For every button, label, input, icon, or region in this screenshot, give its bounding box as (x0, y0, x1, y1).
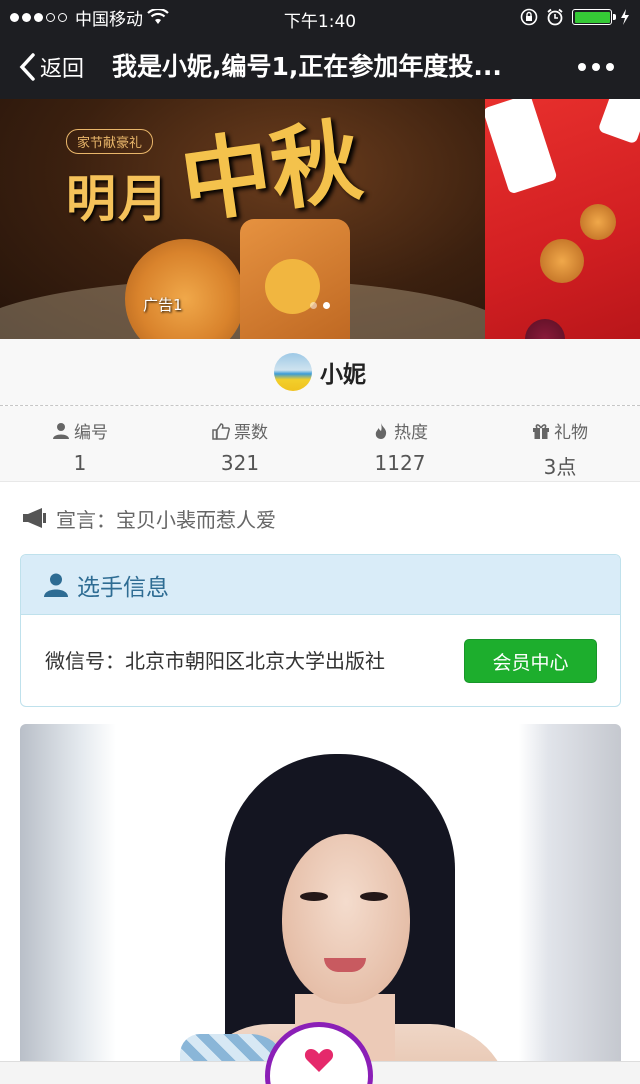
gift-icon (533, 423, 549, 439)
indicator-dot[interactable] (310, 302, 317, 309)
back-label: 返回 (40, 56, 85, 82)
declaration-text: 宣言：宝贝小裴而惹人爱 (56, 507, 276, 532)
indicator-dot-active[interactable] (323, 302, 330, 309)
battery-icon (572, 9, 616, 25)
stat-label: 票数 (234, 423, 268, 443)
profile-header: 小妮 (0, 339, 640, 405)
mooncake-image (240, 219, 350, 339)
stat-value: 1127 (374, 451, 426, 475)
charging-icon (621, 9, 629, 25)
banner-slide-label: 广告1 (143, 296, 183, 314)
stat-label: 热度 (394, 423, 428, 443)
rotation-lock-icon (520, 8, 538, 26)
stat-value: 321 (220, 451, 260, 475)
mooncake-image (125, 239, 245, 339)
carousel-indicator[interactable] (310, 302, 330, 309)
declaration: 宣言：宝贝小裴而惹人爱 (22, 500, 276, 536)
stat-value: 3点 (543, 455, 577, 479)
person-icon (53, 422, 69, 439)
thumbs-up-icon (212, 422, 230, 440)
stat-gifts: 礼物 3点 (480, 406, 640, 481)
stat-number: 编号 1 (0, 406, 160, 481)
stat-value: 1 (73, 451, 87, 475)
chevron-left-icon (19, 52, 35, 81)
contestant-name: 小妮 (320, 362, 366, 388)
banner-big-text: 中秋 (174, 106, 368, 237)
member-center-button[interactable]: 会员中心 (464, 639, 597, 683)
back-button[interactable]: 返回 (18, 34, 84, 99)
person-icon (44, 573, 68, 597)
page-title: 我是小妮,编号1,正在参加年度投... (112, 52, 502, 81)
heart-icon (304, 1049, 334, 1072)
panel-title: 选手信息 (77, 574, 169, 601)
contestant-info-panel: 选手信息 微信号：北京市朝阳区北京大学出版社 会员中心 (20, 554, 621, 707)
banner-slide-2[interactable] (485, 99, 640, 339)
stat-heat: 热度 1127 (320, 406, 480, 481)
stat-votes: 票数 321 (160, 406, 320, 481)
phone-image (485, 99, 558, 195)
banner-subtitle: 家节献豪礼 (66, 129, 154, 154)
stats-row: 编号 1 票数 321 热度 1127 礼物 3点 (0, 406, 640, 482)
avatar[interactable] (274, 353, 312, 391)
banner-carousel[interactable]: 家节献豪礼 明月 中秋 广告1 (0, 99, 640, 339)
banner-slide-1[interactable]: 家节献豪礼 明月 中秋 广告1 (0, 99, 485, 339)
nav-bar: 返回 我是小妮,编号1,正在参加年度投... (0, 34, 640, 99)
stat-label: 编号 (74, 423, 108, 443)
megaphone-icon (23, 508, 46, 528)
panel-header: 选手信息 (21, 555, 620, 615)
fire-icon (375, 422, 387, 439)
stat-label: 礼物 (554, 423, 588, 443)
status-right (520, 0, 630, 34)
more-icon (578, 62, 586, 71)
banner-main-text: 明月 (66, 169, 170, 228)
more-menu-button[interactable] (578, 34, 614, 99)
alarm-icon (547, 8, 563, 26)
panel-body: 微信号：北京市朝阳区北京大学出版社 会员中心 (21, 615, 620, 706)
phone-image (597, 99, 640, 145)
status-bar: 中国移动 下午1:40 (0, 0, 640, 34)
wechat-id: 微信号：北京市朝阳区北京大学出版社 (45, 649, 385, 673)
